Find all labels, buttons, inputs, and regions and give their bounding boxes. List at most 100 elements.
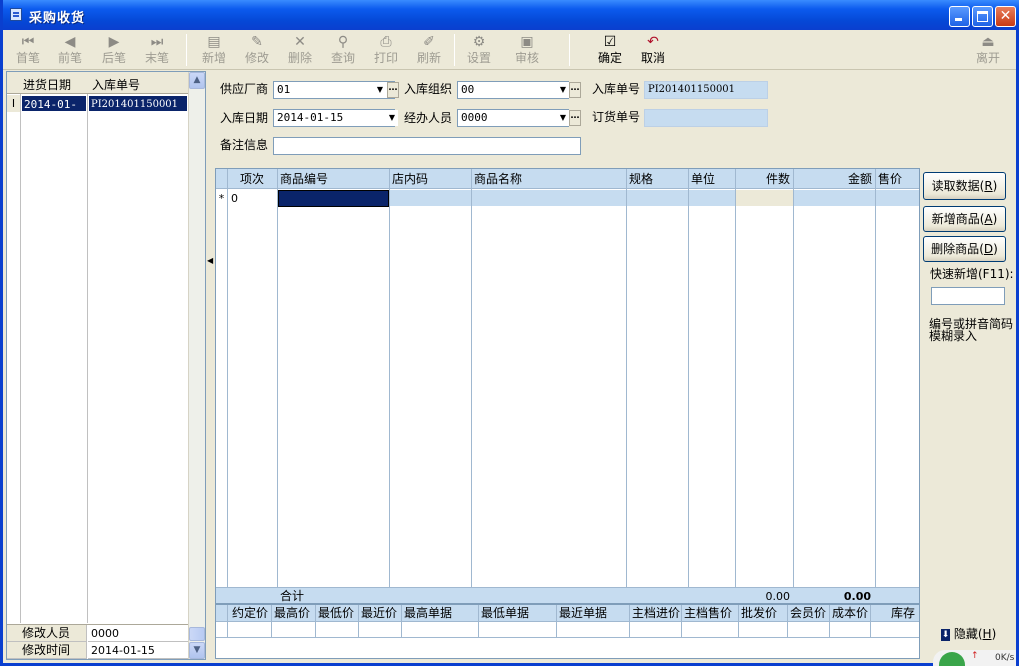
panel-splitter[interactable]: ◀	[207, 71, 213, 660]
toolbar-next-button[interactable]: ▶ 后笔	[93, 33, 135, 67]
column-header[interactable]: 约定价	[230, 605, 268, 622]
column-divider	[389, 169, 390, 603]
toolbar-refresh-button[interactable]: ✐ 刷新	[408, 33, 450, 67]
read-data-label: 读取数据	[931, 179, 980, 193]
column-header[interactable]: 最低单据	[479, 605, 529, 622]
list-item[interactable]: I 2014-01-15 PI201401150001	[7, 95, 189, 128]
org-dropdown-icon[interactable]: ▼	[557, 82, 569, 98]
modifier-label: 修改人员	[7, 625, 87, 642]
toolbar-label: 后笔	[101, 51, 126, 65]
toolbar-settings-button[interactable]: ⚙ 设置	[458, 33, 500, 67]
cell-unit[interactable]	[689, 190, 735, 207]
cell-seq[interactable]: 0	[229, 190, 277, 207]
title-bar[interactable]: 采购收货 ✕	[3, 0, 1019, 30]
column-header[interactable]: 商品名称	[472, 169, 522, 189]
toolbar-audit-button[interactable]: ▣ 审核	[506, 33, 548, 67]
column-header[interactable]: 入库单号	[92, 76, 140, 93]
scroll-up-button[interactable]: ▲	[189, 72, 205, 89]
column-divider	[478, 605, 479, 637]
column-header[interactable]: 售价	[876, 169, 902, 189]
delete-product-button[interactable]: 删除商品(D)	[923, 236, 1006, 262]
scroll-thumb[interactable]	[189, 627, 205, 641]
add-product-button[interactable]: 新增商品(A)	[923, 206, 1006, 232]
cell-spec[interactable]	[627, 190, 688, 207]
network-speed-widget[interactable]: ↑ 0K/s	[933, 650, 1016, 666]
scroll-down-button[interactable]: ▼	[189, 642, 205, 659]
org-select[interactable]: 00	[457, 81, 569, 99]
collapse-left-icon[interactable]: ◀	[207, 256, 213, 265]
items-grid[interactable]: 项次 商品编号 店内码 商品名称 规格 单位 件数 金额 售价 * 0 合计 0…	[215, 168, 920, 604]
column-header[interactable]: 成本价	[830, 605, 868, 622]
toolbar-delete-button[interactable]: ✕ 删除	[279, 33, 321, 67]
date-picker[interactable]: 2014-01-15	[273, 109, 395, 127]
cell-store-code[interactable]	[390, 190, 471, 207]
supplier-dropdown-icon[interactable]: ▼	[374, 82, 386, 98]
vertical-scrollbar[interactable]: ▲ ▼	[188, 72, 205, 659]
column-header[interactable]: 主档进价	[630, 605, 680, 622]
undo-icon: ↶	[647, 34, 659, 50]
toolbar-new-button[interactable]: ▤ 新增	[193, 33, 235, 67]
toolbar-print-button[interactable]: ⎙ 打印	[365, 33, 407, 67]
date-dropdown-icon[interactable]: ▼	[386, 110, 398, 126]
toolbar-confirm-button[interactable]: ☑ 确定	[589, 33, 631, 67]
price-history-grid[interactable]: 约定价 最高价 最低价 最近价 最高单据 最低单据 最近单据 主档进价 主档售价…	[215, 604, 920, 659]
column-header[interactable]: 项次	[238, 169, 264, 189]
column-header[interactable]: 单位	[689, 169, 715, 189]
list-cell-date[interactable]: 2014-01-15	[21, 95, 87, 128]
toolbar-edit-button[interactable]: ✎ 修改	[236, 33, 278, 67]
column-header[interactable]: 金额	[794, 169, 874, 189]
table-row[interactable]: * 0	[216, 190, 919, 207]
hide-button[interactable]: ⬇ 隐藏(H)	[941, 625, 996, 642]
handler-dropdown-icon[interactable]: ▼	[557, 110, 569, 126]
column-header[interactable]: 会员价	[788, 605, 826, 622]
org-browse-button[interactable]: …	[569, 82, 581, 98]
column-divider	[227, 605, 228, 637]
receipt-no-field[interactable]: PI201401150001	[644, 81, 768, 99]
column-header[interactable]: 件数	[736, 169, 792, 189]
maximize-button[interactable]	[972, 6, 993, 27]
column-header[interactable]: 库存	[871, 605, 917, 622]
toolbar-cancel-button[interactable]: ↶ 取消	[632, 33, 674, 67]
column-divider	[875, 169, 876, 603]
cell-qty[interactable]	[736, 190, 793, 207]
order-no-field[interactable]	[644, 109, 768, 127]
cell-product-code-editor[interactable]	[278, 190, 389, 207]
column-header[interactable]: 最低价	[316, 605, 354, 622]
quick-add-input[interactable]	[931, 287, 1005, 305]
column-header[interactable]: 主档售价	[682, 605, 732, 622]
list-cell-number[interactable]: PI201401150001	[88, 95, 188, 112]
toolbar-last-button[interactable]: ⏭ 末笔	[136, 33, 178, 67]
handler-browse-button[interactable]: …	[569, 110, 581, 126]
column-header[interactable]: 商品编号	[278, 169, 328, 189]
cell-price[interactable]	[876, 190, 919, 207]
column-header[interactable]: 店内码	[390, 169, 428, 189]
toolbar-label: 末笔	[144, 51, 169, 65]
remark-input[interactable]	[273, 137, 581, 155]
delete-icon: ✕	[294, 34, 306, 50]
column-header[interactable]: 规格	[627, 169, 653, 189]
column-header[interactable]: 最近价	[359, 605, 397, 622]
column-header[interactable]: 进货日期	[23, 76, 71, 93]
toolbar-search-button[interactable]: ⚲ 查询	[322, 33, 364, 67]
read-data-button[interactable]: 读取数据(R)	[923, 172, 1006, 200]
delete-product-label: 删除商品	[931, 242, 980, 256]
column-header[interactable]: 最高单据	[402, 605, 452, 622]
cell-amount[interactable]	[794, 190, 875, 207]
toolbar-exit-button[interactable]: ⏏ 离开	[967, 33, 1009, 67]
receipt-list[interactable]: 进货日期 入库单号 I 2014-01-15 PI201401150001 修改…	[6, 71, 206, 660]
column-header[interactable]: 最近单据	[557, 605, 607, 622]
column-divider	[277, 169, 278, 603]
toolbar-prev-button[interactable]: ◀ 前笔	[49, 33, 91, 67]
cell-product-name[interactable]	[472, 190, 626, 207]
toolbar-label: 审核	[514, 51, 539, 65]
search-icon: ⚲	[337, 34, 349, 50]
column-header[interactable]: 最高价	[272, 605, 310, 622]
column-divider	[681, 605, 682, 637]
minimize-button[interactable]	[949, 6, 970, 27]
handler-select[interactable]: 0000	[457, 109, 569, 127]
toolbar-first-button[interactable]: ⏮ 首笔	[7, 33, 49, 67]
column-header[interactable]: 批发价	[739, 605, 777, 622]
app-window: 采购收货 ✕ ⏮ 首笔 ◀ 前笔 ▶ 后笔 ⏭ 末笔 ▤ 新增 ✎ 修改 ✕ 删除 ⚲ 查询 ⎙…	[0, 0, 1019, 666]
close-button[interactable]: ✕	[995, 6, 1016, 27]
supplier-browse-button[interactable]: …	[387, 82, 399, 98]
